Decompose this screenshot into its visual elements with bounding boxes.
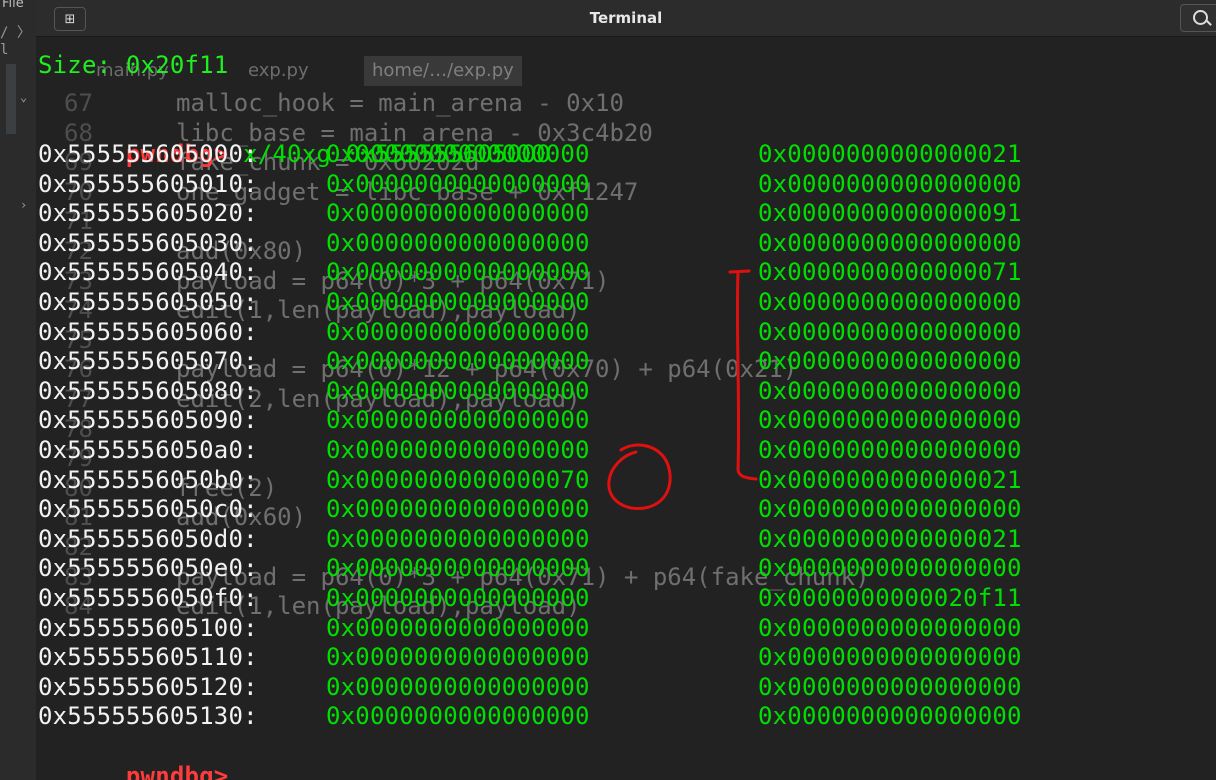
- memory-word-1: 0x0000000000000000: [326, 672, 590, 701]
- memory-word-2: 0x0000000000000000: [758, 317, 1022, 346]
- memory-row: 0x5555556050b0: 0x0000000000000070 0x00000…: [38, 465, 1022, 495]
- memory-row: 0x555555605090: 0x0000000000000000 0x00000…: [38, 405, 1022, 435]
- memory-word-2: 0x0000000000000071: [758, 258, 1022, 287]
- memory-row: 0x555555605010: 0x0000000000000000 0x00000…: [38, 169, 1022, 199]
- ghost-tab-active: home/…/exp.py: [364, 56, 522, 86]
- memory-row: 0x555555605000: 0x0000000000000000 0x00000…: [38, 139, 1022, 169]
- ide-sidebar-strip: File / 〉 l ⌄ ›: [0, 0, 37, 780]
- chevron-right-icon[interactable]: ›: [20, 198, 27, 212]
- memory-word-2: 0x0000000000000000: [758, 347, 1022, 376]
- memory-word-2: 0x0000000000000000: [758, 288, 1022, 316]
- memory-address: 0x5555556050d0:: [38, 524, 258, 553]
- memory-word-1: 0x0000000000000000: [326, 524, 590, 553]
- memory-address: 0x555555605120:: [38, 672, 258, 701]
- ghost-tab: exp.py: [248, 60, 309, 81]
- memory-word-1: 0x0000000000000000: [326, 169, 590, 198]
- memory-word-1: 0x0000000000000000: [326, 288, 590, 316]
- memory-address: 0x5555556050c0:: [38, 495, 258, 524]
- memory-word-1: 0x0000000000000000: [326, 613, 590, 642]
- memory-word-1: 0x0000000000000000: [326, 584, 590, 612]
- memory-word-2: 0x0000000000000000: [758, 228, 1022, 257]
- memory-word-2: 0x0000000000000021: [758, 524, 1022, 553]
- memory-row: 0x555555605020: 0x0000000000000000 0x00000…: [38, 198, 1022, 228]
- project-tool-tab[interactable]: [6, 64, 16, 134]
- memory-row: 0x555555605100: 0x0000000000000000 0x00000…: [38, 613, 1022, 643]
- memory-word-2: 0x0000000000000000: [758, 436, 1022, 464]
- memory-address: 0x5555556050e0:: [38, 554, 258, 583]
- command-line: pwndbg> x/40xg 0x555555605000: [38, 109, 551, 168]
- chevron-down-icon[interactable]: ⌄: [20, 90, 27, 104]
- memory-word-1: 0x0000000000000000: [326, 317, 590, 346]
- memory-word-1: 0x0000000000000000: [326, 436, 590, 464]
- memory-word-1: 0x0000000000000000: [326, 554, 590, 583]
- memory-row: 0x555555605110: 0x0000000000000000 0x00000…: [38, 642, 1022, 672]
- memory-word-1: 0x0000000000000000: [326, 228, 590, 257]
- memory-word-1: 0x0000000000000070: [326, 465, 590, 494]
- memory-address: 0x555555605090:: [38, 406, 258, 435]
- search-button[interactable]: [1180, 4, 1216, 32]
- memory-word-2: 0x0000000000000091: [758, 199, 1022, 228]
- memory-address: 0x555555605060:: [38, 317, 258, 346]
- memory-address: 0x555555605020:: [38, 199, 258, 228]
- memory-word-2: 0x0000000000000021: [758, 465, 1022, 494]
- memory-row: 0x555555605040: 0x0000000000000000 0x00000…: [38, 257, 1022, 287]
- memory-address: 0x555555605040:: [38, 258, 258, 287]
- memory-row: 0x555555605080: 0x0000000000000000 0x00000…: [38, 376, 1022, 406]
- memory-word-2: 0x0000000000000000: [758, 702, 1022, 731]
- memory-word-2: 0x0000000000000000: [758, 672, 1022, 701]
- memory-row: 0x5555556050f0: 0x0000000000000000 0x00000…: [38, 583, 1022, 613]
- memory-word-2: 0x0000000000000000: [758, 169, 1022, 198]
- memory-word-1: 0x0000000000000000: [326, 199, 590, 228]
- memory-address: 0x555555605080:: [38, 376, 258, 405]
- memory-address: 0x555555605100:: [38, 613, 258, 642]
- search-icon: [1193, 10, 1208, 25]
- memory-row: 0x555555605130: 0x0000000000000000 0x00000…: [38, 701, 1022, 731]
- memory-address: 0x555555605010:: [38, 169, 258, 198]
- prompt: pwndbg>: [125, 762, 229, 780]
- memory-word-2: 0x0000000000000000: [758, 613, 1022, 642]
- memory-word-2: 0x0000000000000000: [758, 376, 1022, 405]
- terminal-titlebar: ⊞ Terminal: [36, 0, 1216, 37]
- memory-word-1: 0x0000000000000000: [326, 643, 590, 672]
- memory-address: 0x5555556050b0:: [38, 465, 258, 494]
- memory-word-1: 0x0000000000000000: [326, 347, 590, 376]
- window-title: Terminal: [589, 9, 663, 27]
- memory-address: 0x5555556050a0:: [38, 436, 258, 464]
- memory-row: 0x555555605050: 0x0000000000000000 0x00000…: [38, 287, 1022, 317]
- memory-address: 0x555555605130:: [38, 702, 258, 731]
- memory-row: 0x555555605060: 0x0000000000000000 0x00000…: [38, 317, 1022, 347]
- memory-word-1: 0x0000000000000000: [326, 702, 590, 731]
- memory-word-2: 0x0000000000020f11: [758, 584, 1022, 612]
- terminal-window[interactable]: ⊞ Terminal main.py exp.py home/…/exp.py …: [36, 0, 1216, 780]
- memory-row: 0x5555556050d0: 0x0000000000000000 0x00000…: [38, 524, 1022, 554]
- ide-breadcrumb: / 〉 l: [0, 25, 31, 58]
- memory-row: 0x555555605120: 0x0000000000000000 0x00000…: [38, 672, 1022, 702]
- memory-word-2: 0x0000000000000000: [758, 643, 1022, 672]
- memory-row: 0x5555556050a0: 0x0000000000000000 0x00000…: [38, 435, 1022, 465]
- heap-size-line: Size: 0x20f11: [38, 51, 229, 79]
- memory-row: 0x555555605030: 0x0000000000000000 0x00000…: [38, 228, 1022, 258]
- memory-address: 0x555555605030:: [38, 228, 258, 257]
- memory-word-1: 0x0000000000000000: [326, 258, 590, 287]
- memory-word-2: 0x0000000000000000: [758, 554, 1022, 583]
- memory-word-2: 0x0000000000000000: [758, 406, 1022, 435]
- memory-word-1: 0x0000000000000000: [326, 495, 590, 524]
- memory-address: 0x555555605000:: [38, 140, 258, 168]
- memory-row: 0x5555556050c0: 0x0000000000000000 0x00000…: [38, 494, 1022, 524]
- memory-address: 0x555555605110:: [38, 643, 258, 672]
- final-prompt-line[interactable]: pwndbg>: [38, 731, 228, 780]
- memory-word-1: 0x0000000000000000: [326, 376, 590, 405]
- memory-address: 0x5555556050f0:: [38, 584, 258, 612]
- memory-address: 0x555555605070:: [38, 347, 258, 376]
- memory-address: 0x555555605050:: [38, 288, 258, 316]
- memory-word-1: 0x0000000000000000: [326, 406, 590, 435]
- memory-word-2: 0x0000000000000000: [758, 495, 1022, 524]
- memory-word-1: 0x0000000000000000: [326, 140, 590, 168]
- memory-row: 0x5555556050e0: 0x0000000000000000 0x00000…: [38, 553, 1022, 583]
- ide-menu-file[interactable]: File: [2, 0, 24, 11]
- memory-word-2: 0x0000000000000021: [758, 140, 1022, 168]
- memory-row: 0x555555605070: 0x0000000000000000 0x00000…: [38, 346, 1022, 376]
